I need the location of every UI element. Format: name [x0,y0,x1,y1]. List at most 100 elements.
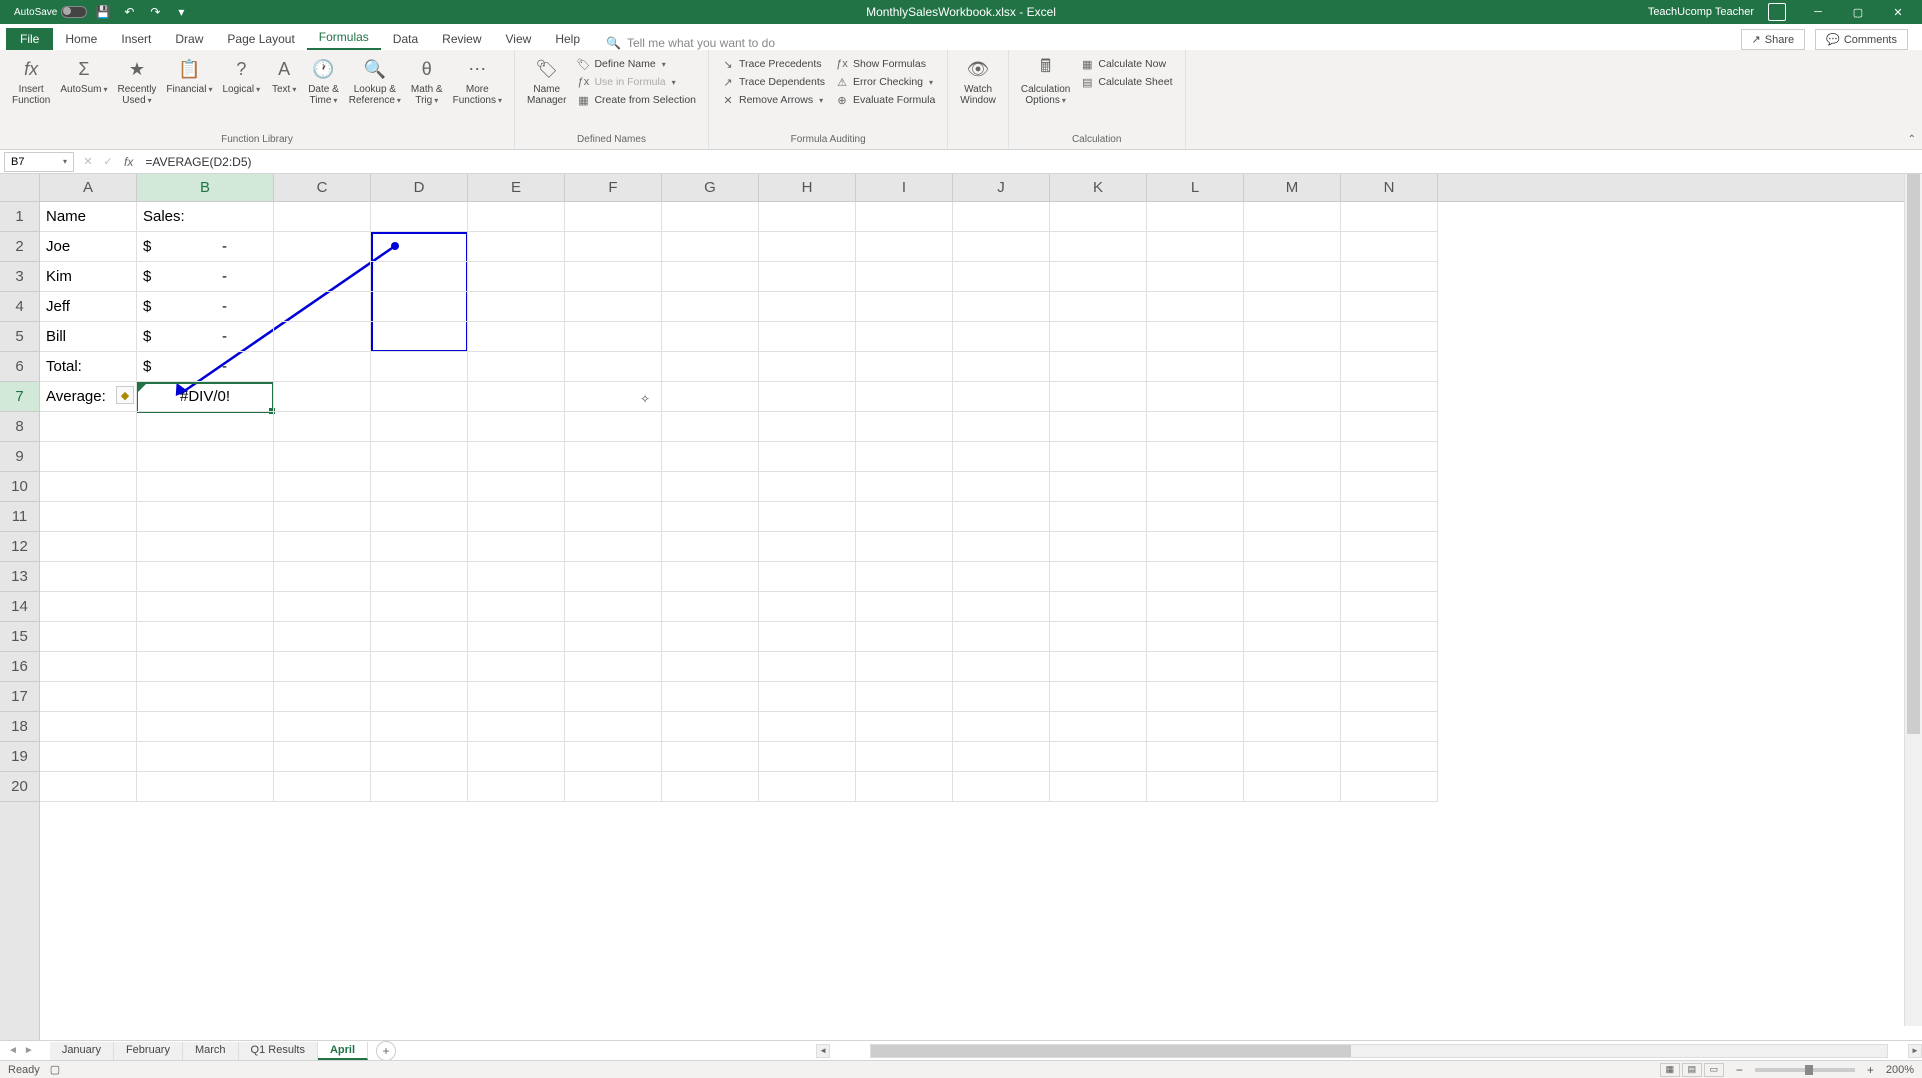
cell[interactable] [40,712,137,742]
cell[interactable] [371,232,468,262]
cell[interactable] [856,322,953,352]
cell[interactable] [468,202,565,232]
column-header[interactable]: B [137,174,274,201]
cell[interactable] [274,322,371,352]
cell[interactable] [274,502,371,532]
cell[interactable] [953,532,1050,562]
cell[interactable] [1147,712,1244,742]
cell[interactable] [565,322,662,352]
cell[interactable] [468,292,565,322]
cell[interactable] [953,472,1050,502]
column-header[interactable]: M [1244,174,1341,201]
cell[interactable] [274,712,371,742]
row-header[interactable]: 4 [0,292,39,322]
define-name-button[interactable]: 🏷Define Name▾ [572,56,700,72]
cell[interactable] [468,322,565,352]
logical-button[interactable]: ? Logical▾ [218,54,264,132]
cell[interactable] [953,592,1050,622]
cell[interactable] [759,322,856,352]
cell[interactable] [662,502,759,532]
cell[interactable] [856,292,953,322]
add-sheet-button[interactable]: + [376,1041,396,1061]
cell[interactable] [1050,262,1147,292]
sheet-tab[interactable]: Q1 Results [239,1042,318,1060]
cell[interactable] [1244,472,1341,502]
cell[interactable] [759,412,856,442]
row-header[interactable]: 14 [0,592,39,622]
cell[interactable] [1341,712,1438,742]
cell[interactable] [1147,382,1244,412]
row-header[interactable]: 1 [0,202,39,232]
cell[interactable] [1341,352,1438,382]
cell[interactable] [1050,622,1147,652]
cell[interactable] [1244,322,1341,352]
cell[interactable] [468,232,565,262]
cell[interactable] [468,502,565,532]
cell[interactable] [1147,532,1244,562]
cell[interactable] [565,592,662,622]
cell[interactable] [565,292,662,322]
cell[interactable]: $- [137,292,274,322]
cell[interactable] [1244,712,1341,742]
cell[interactable] [274,622,371,652]
cell[interactable] [662,412,759,442]
error-checking-button[interactable]: ⚠Error Checking▾ [831,74,939,90]
cell[interactable]: Name [40,202,137,232]
cell[interactable] [274,232,371,262]
tab-formulas[interactable]: Formulas [307,26,381,50]
cell[interactable] [1244,592,1341,622]
name-box[interactable]: B7 ▾ [4,152,74,172]
column-header[interactable]: J [953,174,1050,201]
cell[interactable] [371,352,468,382]
cell[interactable] [137,412,274,442]
cell[interactable] [759,622,856,652]
cell[interactable] [1147,472,1244,502]
calculation-options-button[interactable]: 🖩 Calculation Options▾ [1017,54,1074,132]
tab-data[interactable]: Data [381,28,430,50]
cell[interactable] [856,532,953,562]
cell[interactable] [856,442,953,472]
cell[interactable] [274,382,371,412]
cells-area[interactable]: ◆ NameSales:Joe$-Kim$-Jeff$-Bill$-Total:… [40,202,1904,1042]
cell[interactable] [274,772,371,802]
cell[interactable] [1147,682,1244,712]
cell[interactable] [137,682,274,712]
cell[interactable] [40,562,137,592]
cell[interactable] [856,202,953,232]
select-all-corner[interactable] [0,174,40,202]
cell[interactable] [1147,652,1244,682]
cell[interactable]: #DIV/0! [137,382,274,412]
hscroll-right-icon[interactable]: ► [1908,1044,1922,1058]
cell[interactable] [137,472,274,502]
insert-function-button[interactable]: fx Insert Function [8,54,54,132]
cell[interactable] [1341,502,1438,532]
undo-icon[interactable]: ↶ [119,2,139,22]
cell[interactable] [1244,502,1341,532]
cell[interactable] [759,352,856,382]
cell[interactable] [468,592,565,622]
cell[interactable]: Jeff [40,292,137,322]
sheet-next-icon[interactable]: ► [22,1045,36,1056]
cell[interactable] [1050,712,1147,742]
file-tab[interactable]: File [6,28,53,50]
cell[interactable] [1341,322,1438,352]
cell[interactable] [468,382,565,412]
tab-page-layout[interactable]: Page Layout [215,28,306,50]
cell[interactable] [1244,382,1341,412]
column-header[interactable]: L [1147,174,1244,201]
text-button[interactable]: A Text▾ [266,54,302,132]
cell[interactable] [856,742,953,772]
cell[interactable] [759,262,856,292]
watch-window-button[interactable]: 👁 Watch Window [956,54,1000,132]
cell[interactable] [1050,562,1147,592]
zoom-out-button[interactable]: − [1732,1063,1747,1077]
cell[interactable] [565,352,662,382]
cell[interactable] [953,652,1050,682]
cell[interactable] [1341,472,1438,502]
cell[interactable] [1050,682,1147,712]
row-header[interactable]: 18 [0,712,39,742]
cell[interactable] [1050,442,1147,472]
cell[interactable] [565,532,662,562]
record-macro-icon[interactable]: ▢ [50,1063,60,1076]
cell[interactable] [468,652,565,682]
